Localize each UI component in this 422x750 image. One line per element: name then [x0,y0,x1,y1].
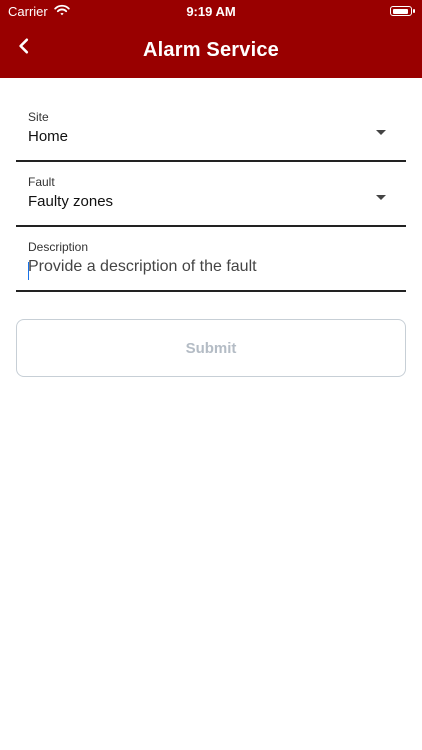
page-title: Alarm Service [142,38,280,61]
description-input[interactable] [28,258,394,276]
status-time: 9:19 AM [186,3,236,19]
text-cursor [28,262,29,280]
back-button[interactable] [10,34,38,62]
navigation-bar: Alarm Service [0,22,422,78]
site-selector[interactable]: Site Home [16,102,406,162]
wifi-icon [54,4,70,19]
status-bar: Carrier 9:19 AM [0,0,422,22]
battery-icon [390,6,415,16]
app-screen: Carrier 9:19 AM Alarm Service Site Home … [0,0,422,750]
site-label: Site [28,110,49,124]
carrier-group: Carrier [8,4,70,19]
form-content: Site Home Fault Faulty zones Description… [0,78,422,377]
submit-button[interactable]: Submit [16,319,406,377]
fault-value: Faulty zones [28,193,114,210]
battery-fill [392,8,408,14]
caret-down-icon [376,195,386,200]
top-bar: Carrier 9:19 AM Alarm Service [0,0,422,78]
carrier-label: Carrier [8,3,48,19]
caret-down-icon [376,130,386,135]
description-label: Description [28,240,89,254]
fault-selector[interactable]: Fault Faulty zones [16,167,406,227]
chevron-left-icon [15,37,33,60]
site-value: Home [28,128,69,145]
fault-label: Fault [28,175,55,189]
description-field: Description [16,232,406,292]
